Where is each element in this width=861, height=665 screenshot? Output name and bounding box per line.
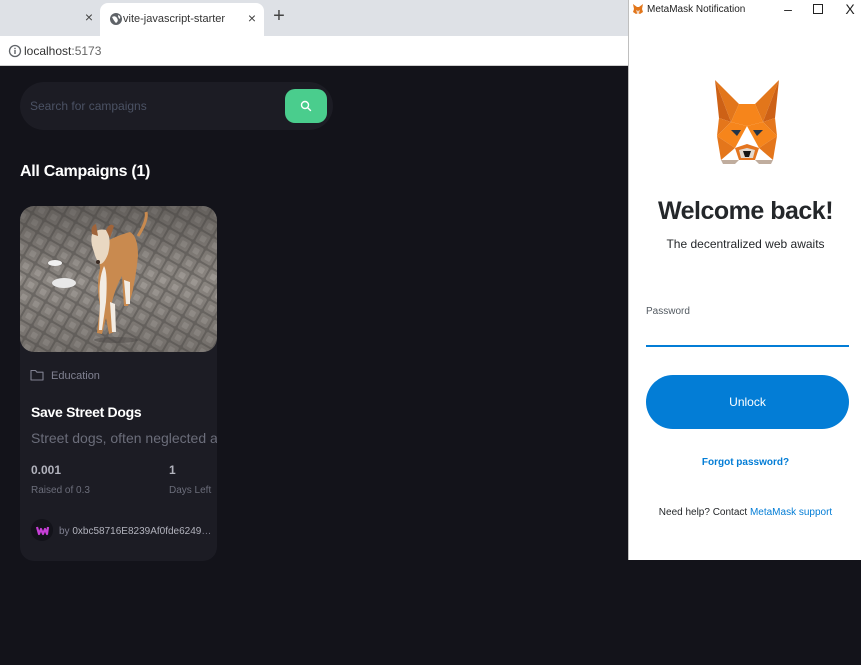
minimize-button[interactable]: –: [780, 1, 796, 17]
metamask-notification-window: MetaMask Notification – X Welcome back! …: [628, 0, 861, 560]
welcome-heading: Welcome back!: [657, 197, 834, 225]
section-title: All Campaigns (1): [20, 163, 151, 180]
tab-title: vite-javascript-starter: [123, 13, 226, 25]
metamask-window-title: MetaMask Notification: [647, 4, 746, 15]
campaign-description: Street dogs, often neglected a...: [31, 430, 217, 446]
unlock-button[interactable]: Unlock: [646, 375, 849, 429]
maximize-icon[interactable]: [812, 3, 824, 15]
metamask-fox-logo: [715, 80, 779, 164]
welcome-subtitle: The decentralized web awaits: [666, 237, 825, 251]
campaign-card[interactable]: Education Save Street Dogs Street dogs, …: [20, 206, 217, 561]
tab-close-button[interactable]: ×: [244, 10, 260, 26]
days-left-label: Days Left: [169, 485, 212, 496]
campaign-title: Save Street Dogs: [31, 404, 142, 420]
help-text: Need help? Contact MetaMask support: [629, 507, 861, 518]
search-icon: [300, 100, 312, 112]
url-port: :5173: [71, 44, 102, 58]
forgot-password-link[interactable]: Forgot password?: [629, 457, 861, 468]
metamask-fox-icon: [633, 4, 643, 14]
help-prefix: Need help? Contact: [658, 507, 750, 518]
url-text[interactable]: localhost:5173: [24, 44, 101, 58]
campaign-owner: by 0xbc58716E8239Af0fde62495260...: [59, 526, 214, 537]
password-label: Password: [646, 306, 690, 317]
metamask-title-bar[interactable]: MetaMask Notification – X: [629, 0, 861, 20]
campaign-category: Education: [51, 370, 100, 382]
info-icon[interactable]: [8, 44, 22, 58]
tab-vite-javascript-starter[interactable]: vite-javascript-starter ×: [100, 3, 264, 36]
url-host: localhost: [24, 44, 72, 58]
search-input[interactable]: [30, 94, 280, 118]
owner-prefix: by: [59, 526, 73, 537]
folder-icon: [30, 369, 44, 381]
password-input[interactable]: [646, 320, 849, 347]
owner-address: 0xbc58716E8239Af0fde62495260...: [72, 526, 214, 537]
globe-icon: [110, 13, 122, 25]
campaign-image: [20, 206, 217, 352]
new-tab-button[interactable]: +: [269, 6, 289, 26]
amount-raised-label: Raised of 0.3: [31, 485, 90, 496]
metamask-support-link[interactable]: MetaMask support: [750, 507, 832, 518]
search-button[interactable]: [285, 89, 327, 123]
inactive-tab-close-button[interactable]: ×: [81, 9, 97, 25]
days-left-value: 1: [169, 463, 176, 477]
amount-raised-value: 0.001: [31, 463, 62, 477]
owner-avatar: [31, 519, 53, 541]
close-window-button[interactable]: X: [842, 1, 858, 17]
